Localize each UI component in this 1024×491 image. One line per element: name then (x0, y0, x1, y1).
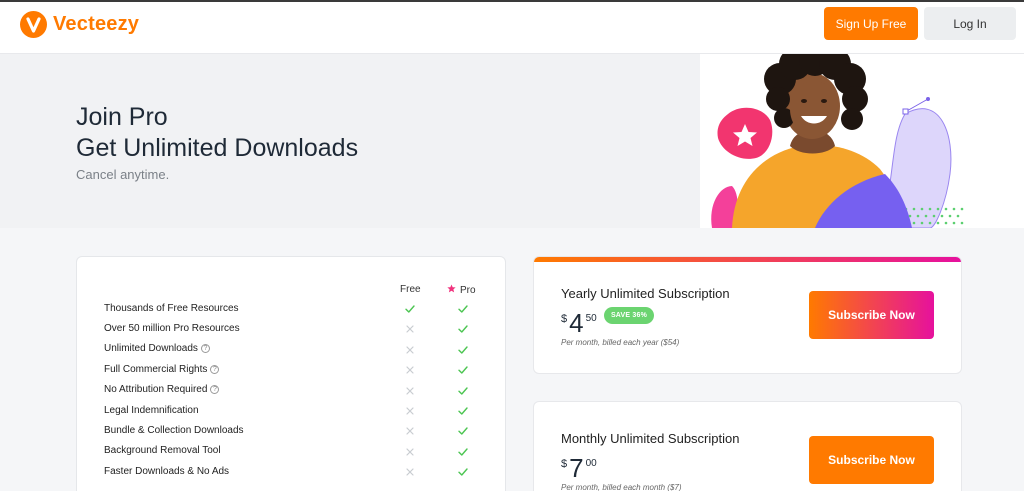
help-icon[interactable]: ? (210, 364, 220, 374)
feature-row: Legal Indemnification (104, 400, 484, 420)
hero-banner: Join Pro Get Unlimited Downloads Cancel … (0, 54, 1024, 228)
cross-icon (404, 363, 416, 375)
hero-title: Join Pro Get Unlimited Downloads (76, 102, 358, 164)
feature-label-text: Legal Indemnification (104, 404, 199, 416)
feature-row: Bundle & Collection Downloads (104, 420, 484, 440)
check-icon (457, 302, 469, 314)
hero-illustration (711, 54, 964, 228)
feature-row: Full Commercial Rights? (104, 359, 484, 379)
logo-text: Vecteezy (53, 13, 140, 35)
cross-icon (404, 445, 416, 457)
vecteezy-logo-icon (20, 11, 47, 38)
check-icon (457, 445, 469, 457)
cross-icon (404, 465, 416, 477)
feature-row: Background Removal Tool (104, 441, 484, 461)
check-icon (404, 302, 416, 314)
feature-label: Faster Downloads & No Ads (104, 466, 229, 477)
cross-icon (404, 343, 416, 355)
feature-row: Unlimited Downloads? (104, 339, 484, 359)
feature-label: Thousands of Free Resources (104, 303, 239, 314)
feature-label: No Attribution Required? (104, 384, 220, 396)
yearly-price: $ 4 50 (561, 310, 597, 336)
feature-label: Background Removal Tool (104, 445, 221, 456)
check-icon (457, 322, 469, 334)
feature-label-text: Thousands of Free Resources (104, 302, 239, 314)
cross-icon (404, 424, 416, 436)
monthly-price-whole: 7 (569, 453, 584, 483)
yearly-subscription-card: Yearly Unlimited Subscription $ 4 50 SAV… (533, 256, 962, 374)
feature-comparison-table: Free Pro Thousands of Free Resources Over… (76, 256, 506, 491)
feature-label-text: Unlimited Downloads (104, 343, 198, 355)
monthly-price-currency: $ (561, 458, 568, 470)
logo[interactable]: Vecteezy (20, 11, 139, 38)
hero-title-line1: Join Pro (76, 103, 168, 131)
site-header: Vecteezy Sign Up Free Log In (0, 2, 1024, 54)
feature-label-text: Bundle & Collection Downloads (104, 424, 244, 436)
yearly-price-whole: 4 (569, 308, 584, 338)
check-icon (457, 384, 469, 396)
monthly-subscription-card: Monthly Unlimited Subscription $ 7 00 Pe… (533, 401, 962, 491)
monthly-billing-note: Per month, billed each month ($7) (561, 483, 682, 491)
yearly-price-cents: 50 (585, 313, 597, 324)
yearly-price-currency: $ (561, 313, 568, 325)
feature-label-text: Background Removal Tool (104, 445, 221, 457)
check-icon (457, 465, 469, 477)
hero-subtitle: Cancel anytime. (76, 167, 170, 182)
feature-row: Faster Downloads & No Ads (104, 461, 484, 481)
hero-title-line2: Get Unlimited Downloads (76, 134, 359, 162)
help-icon[interactable]: ? (210, 385, 220, 395)
card-accent-bar (534, 257, 961, 262)
feature-label: Over 50 million Pro Resources (104, 323, 240, 334)
feature-label: Unlimited Downloads? (104, 343, 210, 354)
monthly-title: Monthly Unlimited Subscription (561, 431, 740, 446)
cross-icon (404, 384, 416, 396)
yearly-title: Yearly Unlimited Subscription (561, 286, 730, 301)
column-header-pro: Pro (447, 284, 476, 296)
yearly-billing-note: Per month, billed each year ($54) (561, 338, 680, 347)
sign-up-free-button[interactable]: Sign Up Free (824, 7, 918, 40)
log-in-button[interactable]: Log In (924, 7, 1016, 40)
monthly-subscribe-button[interactable]: Subscribe Now (809, 436, 934, 484)
monthly-price: $ 7 00 (561, 455, 597, 481)
feature-row: No Attribution Required? (104, 380, 484, 400)
cross-icon (404, 322, 416, 334)
feature-row: Thousands of Free Resources (104, 298, 484, 318)
pro-star-icon (447, 284, 456, 296)
feature-label: Full Commercial Rights? (104, 363, 220, 375)
feature-label-text: No Attribution Required (104, 384, 208, 396)
check-icon (457, 424, 469, 436)
feature-label: Legal Indemnification (104, 405, 199, 416)
column-header-free: Free (400, 284, 421, 295)
feature-label-text: Full Commercial Rights (104, 363, 208, 375)
feature-label-text: Faster Downloads & No Ads (104, 465, 230, 477)
column-header-pro-label: Pro (460, 284, 476, 296)
help-icon[interactable]: ? (200, 344, 210, 354)
check-icon (457, 343, 469, 355)
feature-row: Over 50 million Pro Resources (104, 318, 484, 338)
feature-label: Bundle & Collection Downloads (104, 425, 244, 436)
check-icon (457, 404, 469, 416)
check-icon (457, 363, 469, 375)
save-badge: SAVE 36% (604, 307, 654, 324)
feature-label-text: Over 50 million Pro Resources (104, 322, 240, 334)
monthly-price-cents: 00 (585, 458, 597, 469)
yearly-subscribe-button[interactable]: Subscribe Now (809, 291, 934, 339)
cross-icon (404, 404, 416, 416)
